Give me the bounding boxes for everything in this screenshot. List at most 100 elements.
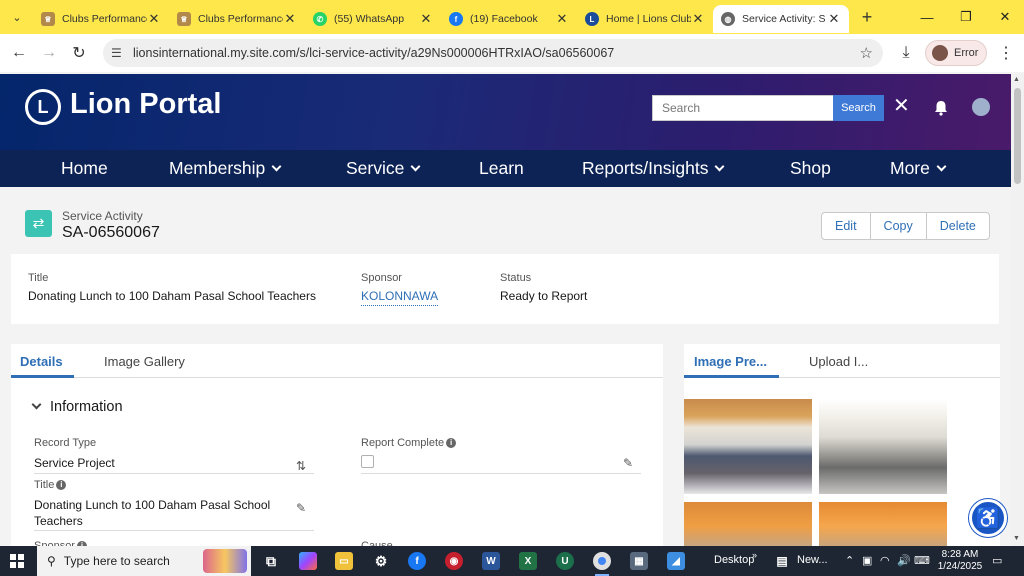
minimize-icon[interactable]: —: [907, 0, 947, 34]
browser-tab[interactable]: ♕ Clubs Performance ✕: [169, 5, 305, 33]
tab-search-chevron-icon[interactable]: ⌄: [5, 6, 29, 28]
nav-label: Membership: [169, 158, 266, 178]
copy-button[interactable]: Copy: [871, 213, 927, 239]
nav-more[interactable]: More: [890, 158, 947, 179]
window-close-icon[interactable]: ✕: [985, 0, 1024, 34]
close-icon[interactable]: ✕: [691, 11, 705, 27]
section-information[interactable]: Information: [31, 399, 123, 415]
toolbar-expand-icon[interactable]: »: [752, 550, 757, 560]
close-icon[interactable]: ✕: [419, 11, 433, 27]
scroll-up-icon[interactable]: ▲: [1013, 76, 1020, 83]
browser-menu-icon[interactable]: ⋮: [991, 38, 1021, 68]
profile-button[interactable]: Error: [925, 40, 987, 66]
wifi-icon[interactable]: ◠: [880, 554, 890, 567]
gallery-photo[interactable]: [684, 502, 812, 550]
tab-details[interactable]: Details: [20, 354, 63, 369]
nav-reports[interactable]: Reports/Insights: [582, 158, 725, 179]
news-icon[interactable]: ▤: [773, 552, 791, 570]
bell-icon[interactable]: [932, 99, 950, 117]
forward-icon[interactable]: →: [34, 38, 64, 68]
desktop-toolbar[interactable]: Desktop: [714, 554, 754, 566]
facebook-icon[interactable]: f: [408, 552, 426, 570]
field-label: Record Type: [34, 437, 97, 449]
tab-image-gallery[interactable]: Image Gallery: [104, 354, 185, 369]
close-icon[interactable]: ✕: [147, 11, 161, 27]
report-complete-checkbox[interactable]: [361, 455, 374, 468]
field-divider: [34, 473, 314, 474]
close-icon[interactable]: ✕: [827, 11, 841, 27]
tab-title: (55) WhatsApp: [334, 13, 405, 25]
field-value: Donating Lunch to 100 Daham Pasal School…: [28, 289, 316, 303]
word-icon[interactable]: W: [482, 552, 500, 570]
scroll-down-icon[interactable]: ▼: [1013, 535, 1020, 542]
delete-button[interactable]: Delete: [927, 213, 989, 239]
calculator-icon[interactable]: ▦: [630, 552, 648, 570]
media-app-icon[interactable]: ◉: [445, 552, 463, 570]
search-button[interactable]: Search: [833, 95, 884, 121]
maximize-icon[interactable]: ❐: [946, 0, 986, 34]
clock[interactable]: 8:28 AM 1/24/2025: [937, 549, 983, 573]
browser-tab-active[interactable]: ◍ Service Activity: S ✕: [713, 5, 849, 33]
close-icon[interactable]: ✕: [893, 93, 910, 118]
site-settings-icon[interactable]: ☰: [111, 46, 129, 60]
windows-start-icon[interactable]: [10, 554, 24, 568]
notifications-icon[interactable]: ▭: [992, 554, 1002, 567]
edit-button[interactable]: Edit: [822, 213, 871, 239]
info-icon[interactable]: i: [446, 438, 457, 449]
new-tab-button[interactable]: +: [855, 7, 879, 28]
page-scrollbar[interactable]: ▲ ▼: [1011, 74, 1024, 546]
scrollbar-thumb[interactable]: [1014, 88, 1021, 184]
pencil-icon[interactable]: ✎: [296, 501, 306, 515]
nav-shop[interactable]: Shop: [790, 158, 831, 179]
accessibility-icon[interactable]: ♿: [969, 499, 1007, 537]
file-explorer-icon[interactable]: ▭: [335, 552, 353, 570]
back-icon[interactable]: ←: [4, 38, 34, 68]
image-preview-card: Image Pre... Upload I...: [684, 344, 1000, 550]
sponsor-link[interactable]: KOLONNAWA: [361, 289, 439, 306]
user-avatar-icon[interactable]: [972, 98, 990, 116]
pencil-icon[interactable]: ✎: [623, 456, 633, 470]
taskbar-search[interactable]: ⚲ Type here to search: [37, 546, 251, 576]
info-icon[interactable]: i: [56, 480, 67, 491]
portal-brand[interactable]: Lion Portal: [70, 88, 221, 121]
network-icon[interactable]: ▣: [862, 554, 872, 567]
gallery-photo[interactable]: [684, 399, 812, 494]
news-widget[interactable]: New...: [797, 554, 828, 566]
photos-icon[interactable]: ◢: [667, 552, 685, 570]
url-text[interactable]: lionsinternational.my.site.com/s/lci-ser…: [133, 46, 614, 60]
copilot-icon[interactable]: [299, 552, 317, 570]
close-icon[interactable]: ✕: [555, 11, 569, 27]
browser-tab[interactable]: f (19) Facebook ✕: [441, 5, 577, 33]
tab-image-preview[interactable]: Image Pre...: [694, 354, 767, 369]
nav-service[interactable]: Service: [346, 158, 421, 179]
change-record-type-icon[interactable]: ⇅: [296, 459, 306, 473]
reload-icon[interactable]: ↻: [64, 38, 94, 68]
browser-tab[interactable]: L Home | Lions Club ✕: [577, 5, 713, 33]
address-bar[interactable]: ☰ lionsinternational.my.site.com/s/lci-s…: [103, 39, 883, 67]
keyboard-icon[interactable]: ⌨: [914, 554, 930, 567]
globe-icon: ◍: [721, 12, 735, 26]
close-icon[interactable]: ✕: [283, 11, 297, 27]
volume-icon[interactable]: 🔊: [897, 554, 911, 567]
field-label: Status: [500, 272, 532, 284]
bookmark-star-icon[interactable]: ☆: [860, 44, 873, 62]
field-divider: [361, 473, 641, 474]
settings-gear-icon[interactable]: ⚙: [372, 552, 390, 570]
browser-tab[interactable]: ♕ Clubs Performance ✕: [33, 5, 169, 33]
browser-tab[interactable]: ✆ (55) WhatsApp ✕: [305, 5, 441, 33]
gallery-photo[interactable]: [819, 399, 947, 494]
chrome-icon[interactable]: [593, 552, 611, 576]
download-icon[interactable]: ⤓: [891, 38, 921, 68]
search-input[interactable]: Search: [652, 95, 834, 121]
nav-learn[interactable]: Learn: [479, 158, 524, 179]
show-hidden-icons[interactable]: ⌃: [845, 554, 854, 567]
excel-icon[interactable]: X: [519, 552, 537, 570]
nav-membership[interactable]: Membership: [169, 158, 282, 179]
nav-home[interactable]: Home: [61, 158, 108, 179]
app-u-icon[interactable]: U: [556, 552, 574, 570]
task-view-icon[interactable]: ⧉: [262, 552, 280, 570]
gallery-photo[interactable]: [819, 502, 947, 550]
lions-logo[interactable]: L: [25, 89, 61, 125]
tab-upload-image[interactable]: Upload I...: [809, 354, 868, 369]
chevron-down-icon: [271, 161, 282, 172]
